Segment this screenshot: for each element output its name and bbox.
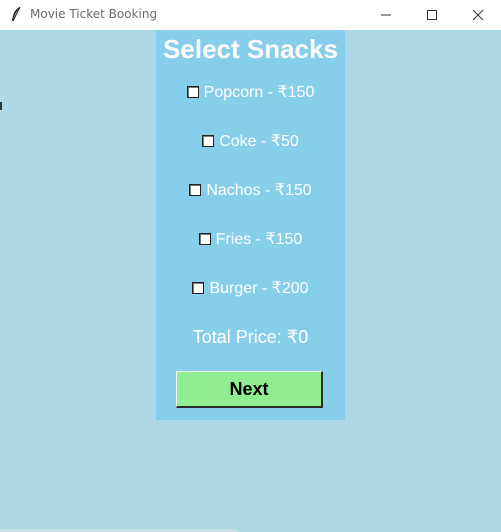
burger-checkbox[interactable] <box>192 282 205 294</box>
next-button[interactable]: Next <box>176 371 323 408</box>
close-button[interactable] <box>455 0 501 30</box>
nachos-checkbox[interactable] <box>189 184 202 196</box>
page-title: Select Snacks <box>163 34 338 64</box>
snack-option-coke[interactable]: Coke - ₹50 <box>156 130 345 152</box>
fries-checkbox[interactable] <box>198 233 211 245</box>
total-price: Total Price: ₹0 <box>192 327 309 347</box>
close-icon <box>472 9 484 21</box>
window-content: Select Snacks Popcorn - ₹150 Coke - ₹50 … <box>0 30 501 532</box>
edge-mark <box>0 102 2 110</box>
snack-label: Popcorn - ₹150 <box>203 84 315 101</box>
feather-icon <box>12 6 21 22</box>
minimize-icon <box>381 14 391 16</box>
snacks-panel: Select Snacks Popcorn - ₹150 Coke - ₹50 … <box>156 30 345 420</box>
snack-option-fries[interactable]: Fries - ₹150 <box>156 228 345 250</box>
snack-label: Coke - ₹50 <box>219 133 299 150</box>
snack-option-popcorn[interactable]: Popcorn - ₹150 <box>156 81 345 103</box>
app-window: Movie Ticket Booking Select Snacks Popco… <box>0 0 501 532</box>
window-title: Movie Ticket Booking <box>30 7 158 21</box>
coke-checkbox[interactable] <box>202 135 215 147</box>
popcorn-checkbox[interactable] <box>186 86 199 98</box>
snack-label: Nachos - ₹150 <box>206 182 312 199</box>
title-bar: Movie Ticket Booking <box>0 0 501 30</box>
maximize-icon <box>427 10 437 20</box>
snack-option-nachos[interactable]: Nachos - ₹150 <box>156 179 345 201</box>
snack-label: Fries - ₹150 <box>215 231 303 248</box>
maximize-button[interactable] <box>409 0 455 30</box>
snack-option-burger[interactable]: Burger - ₹200 <box>156 277 345 299</box>
snack-label: Burger - ₹200 <box>209 280 309 297</box>
minimize-button[interactable] <box>363 0 409 30</box>
